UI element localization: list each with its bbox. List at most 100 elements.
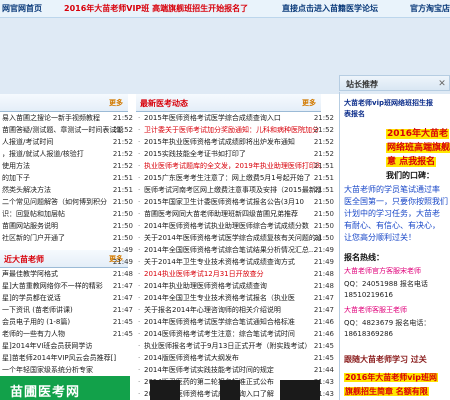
intro-line: 让您高分顺利过关！ xyxy=(344,233,416,242)
list-item-label: 2015实践技能全考证书如打印了 xyxy=(144,150,246,158)
list-item-label: 使用方法 xyxy=(2,162,30,170)
list-item[interactable]: 星]2014年VI班会员获网学访 xyxy=(0,340,128,352)
panel-line[interactable]: 大苗老师vip班网络班招生报 xyxy=(344,98,433,108)
vip-highlight[interactable]: 意 点我报名 xyxy=(386,157,437,167)
vip-highlight[interactable]: 2016年大苗老 xyxy=(386,129,450,139)
list-item[interactable]: 关于2014年医师资格考试医学综合成绩复核有关问题的通知 xyxy=(136,232,321,244)
vip-highlight[interactable]: 2016年大苗老师vip班网 xyxy=(344,373,438,382)
list-item-label: 2014年医师资格考试执业助理医师综合考试成绩分数 xyxy=(144,222,309,230)
list-item-label: 一个年轻国家级系统分析专家 xyxy=(2,366,93,374)
teacher-link[interactable]: 大苗老师客服王老师 xyxy=(344,305,407,315)
list-item-label: 社区新的门户开通了 xyxy=(2,234,65,242)
close-icon[interactable]: ✕ xyxy=(436,78,448,90)
list-item-label: 2015年执业医师资格考试成绩即将出炉发布通知 xyxy=(144,138,295,146)
list-item-label: 然类头解决方法 xyxy=(2,186,51,194)
list-item[interactable]: 关于2014年卫生专业技术资格考试成绩查询方式 xyxy=(136,256,321,268)
qr-code-icon xyxy=(150,380,180,400)
intro-line: 大苗老师的学员笔试通过率 xyxy=(344,185,440,194)
list-item-label: 2014年医师资格考试医学综合笔试通知合格标准 xyxy=(144,318,295,326)
banner-text: 苗圃医考网 xyxy=(10,385,81,400)
list-item-label: 的加下子 xyxy=(2,174,30,182)
list-item[interactable]: 2015年国家卫生计委医师资格考试报名公告(3月10 xyxy=(136,196,321,208)
more-link[interactable]: 更多 xyxy=(302,98,316,108)
time-stamp: 21:52 xyxy=(313,126,334,134)
list-item[interactable]: 星]苗老师2014年VIP风云会员推荐[] xyxy=(0,352,128,364)
top-nav: 网官网首页 2016年大苗老师VIP班 高端旗舰班招生开始报名了 直接点击进入苗… xyxy=(0,0,450,18)
bottom-green-banner[interactable]: 苗圃医考网 xyxy=(0,376,130,400)
time-stamp: 21:44 xyxy=(313,366,334,374)
list-item[interactable]: 执业医师考试题库的全文发，2019年执业助理医师打印时间 xyxy=(136,160,321,172)
list-item-label: 星]苗老师2014年VIP风云会员推荐[] xyxy=(2,354,117,362)
mid-time-list: 21:52 21:52 21:52 21:52 21:51 21:51 21:51 21:50… xyxy=(296,112,334,400)
teacher-link[interactable]: 大苗老师官方客服宋老师 xyxy=(344,266,421,276)
list-item[interactable]: 卫计委关于医师考试加分奖励通知：儿科和病种医院加分 xyxy=(136,124,321,136)
nav-vip-link[interactable]: 2016年大苗老师VIP班 高端旗舰班招生开始报名了 xyxy=(64,3,248,15)
list-item[interactable]: 关于报名2014年心理咨询师的相关介绍说明 xyxy=(136,304,321,316)
list-item-label: 2014年医师考试实践技能考试时间的规定 xyxy=(144,366,274,374)
list-item-label: 2015年医师资格考试医学综合成绩查询入口 xyxy=(144,114,281,122)
list-item[interactable]: 医师考试河南考区网上缴费注意事项及安排（2015最新版） xyxy=(136,184,321,196)
nav-forum-link[interactable]: 直接点击进入苗籍医学论坛 xyxy=(282,3,378,15)
list-item-label: 识：回复帖和加层帖 xyxy=(2,210,65,218)
time-stamp: 21:45 xyxy=(112,318,133,326)
list-item[interactable]: 一个年轻国家级系统分析专家 xyxy=(0,364,128,376)
list-item[interactable]: 2014版医师资格考试大纲发布 xyxy=(136,352,321,364)
list-item-label: 苗圃网站服务说明 xyxy=(2,222,58,230)
vip-highlight[interactable]: 网络班高端旗舰 xyxy=(386,143,450,153)
list-item-label: 苗圃医考网同大苗老师助理班新四级苗圃兄弟推荐 xyxy=(144,210,298,218)
panel-line[interactable]: 表报名 xyxy=(344,109,365,119)
list-item-label: 老师的一些有力人物 xyxy=(2,330,65,338)
list-item[interactable]: 2015年执业医师资格考试成绩即将出炉发布通知 xyxy=(136,136,321,148)
nav-store-link[interactable]: 官方淘宝店 xyxy=(410,3,450,15)
time-stamp: 21:52 xyxy=(112,162,133,170)
intro-line: 医全国第一，只要你按照我们 xyxy=(344,197,448,206)
list-item-label: 2015年国家卫生计委医师资格考试报名公告(3月10 xyxy=(144,198,304,206)
list-item-label: 2014年全国医师资格考试综合笔试结果分析情况汇总... xyxy=(144,246,316,254)
intro-line: 有耐心、有信心、有决心， xyxy=(344,221,440,230)
list-item[interactable]: 2014年全国医师资格考试综合笔试结果分析情况汇总... xyxy=(136,244,321,256)
time-stamp: 21:50 xyxy=(112,198,133,206)
box-title: 最新医考动态 xyxy=(140,99,188,108)
mid-box-head: 最新医考动态 更多 xyxy=(136,94,321,112)
qq-line: QQ：24051988 报名电话 xyxy=(344,280,428,288)
time-stamp: 21:45 xyxy=(112,330,133,338)
time-stamp: 21:48 xyxy=(313,282,334,290)
list-item-label: 医师考试河南考区网上缴费注意事项及安排（2015最新版） xyxy=(144,186,321,194)
list-item[interactable]: 2015广东医考考生注意了：网上缴费5月1号起开始了 xyxy=(136,172,321,184)
nav-home-link[interactable]: 网官网首页 xyxy=(2,3,42,15)
list-item[interactable]: 2015实践技能全考证书如打印了 xyxy=(136,148,321,160)
hotline-heading: 报名热线： xyxy=(344,253,384,262)
time-stamp: 21:46 xyxy=(313,318,334,326)
list-item[interactable]: 2014医师资格考试考生注意：综合笔试考试时间 xyxy=(136,328,321,340)
list-item[interactable]: 2014年医师资格考试执业助理医师综合考试成绩分数 xyxy=(136,220,321,232)
vip-highlight[interactable]: 旗舰招生简章 名额有限 xyxy=(344,387,429,396)
more-link[interactable]: 更多 xyxy=(109,98,123,108)
recommend-panel: 大苗老师vip班网络班招生报 表报名 2016年大苗老 网络班高端旗舰 意 点我… xyxy=(339,92,450,400)
list-item-label: 2014年执业助理医师资格考试成绩查询 xyxy=(144,282,267,290)
list-item-label: 易入苗圃之搜论一新手视频教程 xyxy=(2,114,100,122)
phone-line: 18618369286 xyxy=(344,330,393,338)
time-stamp: 21:50 xyxy=(313,222,334,230)
time-stamp: 21:50 xyxy=(112,210,133,218)
time-stamp: 21:52 xyxy=(313,114,334,122)
list-item-label: 2014执业医师考试12月31日开放查分 xyxy=(144,270,264,278)
time-stamp: 21:51 xyxy=(112,174,133,182)
list-item[interactable]: 苗圃医考网同大苗老师助理班新四级苗圃兄弟推荐 xyxy=(136,208,321,220)
follow-link[interactable]: 跟随大苗老师学习 过关 xyxy=(344,354,427,365)
list-item[interactable]: 2014年执业助理医师资格考试成绩查询 xyxy=(136,280,321,292)
time-stamp: 21:50 xyxy=(313,234,334,242)
list-item-label: 执业医师报名考试于9月13日正式开考（附实践考试） xyxy=(144,342,312,350)
list-item[interactable]: 2014年全国卫生专业技术资格考试报名（执业医 xyxy=(136,292,321,304)
list-item[interactable]: 2014年医师考试实践技能考试时间的规定 xyxy=(136,364,321,376)
time-stamp: 21:49 xyxy=(313,246,334,254)
list-item[interactable]: 执业医师报名考试于9月13日正式开考（附实践考试） xyxy=(136,340,321,352)
phone-line: 18510219616 xyxy=(344,291,393,299)
list-item-label: 星]的学员都在说话 xyxy=(2,294,61,302)
list-item[interactable]: 2014执业医师考试12月31日开放查分 xyxy=(136,268,321,280)
time-stamp: 21:47 xyxy=(112,294,133,302)
time-stamp: 21:50 xyxy=(313,198,334,206)
list-item[interactable]: 2014年医师资格考试医学综合笔试通知合格标准 xyxy=(136,316,321,328)
list-item-label: 二个常见问题解答（如何博到积分 xyxy=(2,198,107,206)
list-item[interactable]: 2015年医师资格考试医学综合成绩查询入口 xyxy=(136,112,321,124)
time-stamp: 21:52 xyxy=(313,138,334,146)
